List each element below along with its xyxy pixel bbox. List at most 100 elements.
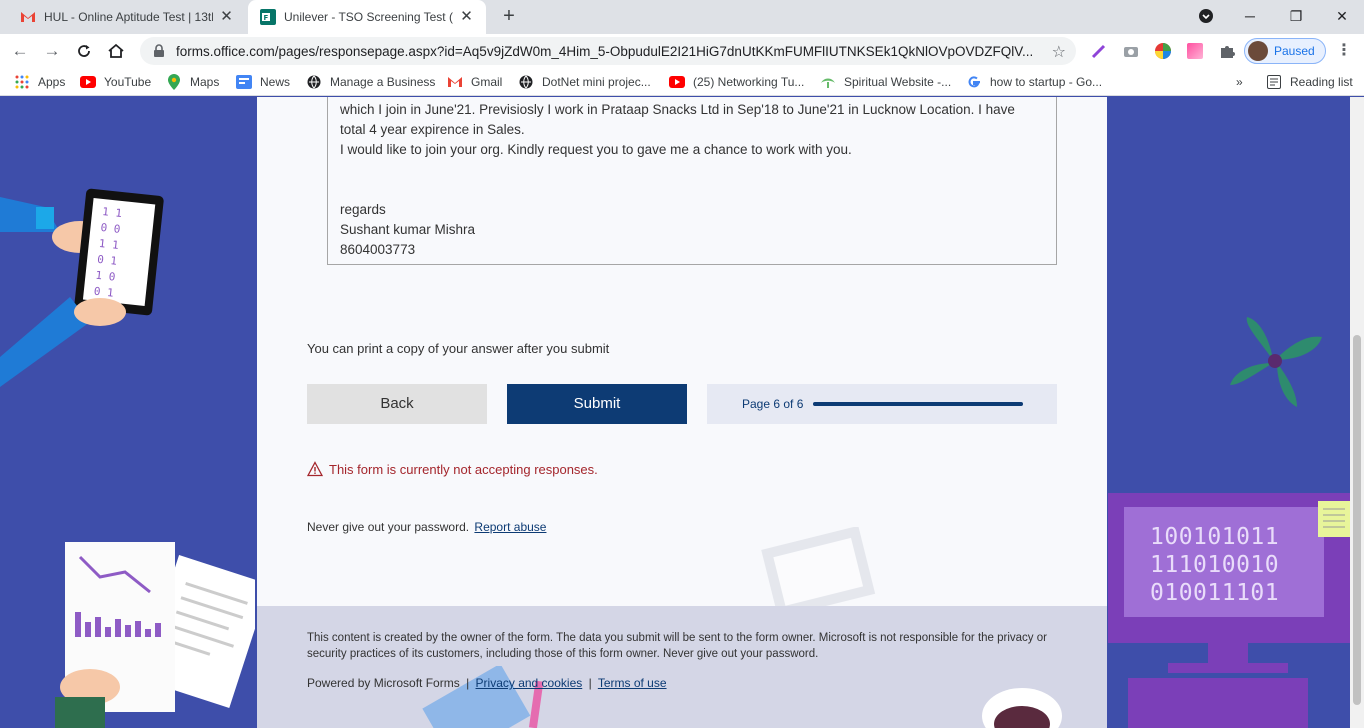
answer-line: total 4 year expirence in Sales. bbox=[340, 122, 525, 137]
binary-line: 010011101 bbox=[1150, 580, 1280, 606]
window-close-button[interactable]: ✕ bbox=[1330, 4, 1354, 28]
bookmark-networking[interactable]: (25) Networking Tu... bbox=[669, 72, 804, 92]
bookmark-maps[interactable]: Maps bbox=[166, 72, 219, 92]
answer-line: 8604003773 bbox=[340, 242, 416, 257]
binary-line: 111010010 bbox=[1150, 552, 1280, 578]
bookmarks-overflow-button[interactable]: » bbox=[1236, 72, 1243, 92]
new-tab-button[interactable]: + bbox=[498, 5, 520, 27]
restore-button[interactable]: ❐ bbox=[1284, 4, 1308, 28]
faded-document-illustration bbox=[761, 527, 876, 606]
binary-line: 100101011 bbox=[1150, 524, 1280, 550]
chevron-down-icon bbox=[1199, 9, 1213, 23]
answer-line bbox=[340, 180, 1044, 200]
puzzle-extensions-icon[interactable] bbox=[1218, 42, 1236, 60]
page-scrollbar[interactable] bbox=[1350, 97, 1364, 728]
back-button[interactable]: Back bbox=[307, 384, 487, 424]
bookmark-label: News bbox=[260, 75, 291, 89]
browser-toolbar: ← → forms.office.com/pages/responsepage.… bbox=[0, 34, 1364, 68]
minimize-button[interactable]: ─ bbox=[1238, 4, 1262, 28]
forward-arrow-icon[interactable]: → bbox=[40, 39, 64, 63]
form-footer: This content is created by the owner of … bbox=[257, 606, 1107, 728]
separator: | bbox=[588, 676, 592, 690]
bookmark-dotnet[interactable]: DotNet mini projec... bbox=[518, 72, 651, 92]
color-wheel-extension-icon[interactable] bbox=[1154, 42, 1172, 60]
globe-icon bbox=[306, 74, 322, 90]
progress-fill bbox=[813, 402, 1024, 406]
error-text: This form is currently not accepting res… bbox=[329, 461, 598, 477]
reading-list-button[interactable]: Reading list bbox=[1266, 72, 1353, 92]
svg-text:1 0: 1 0 bbox=[95, 269, 116, 284]
gmail-icon bbox=[20, 9, 36, 25]
camera-extension-icon[interactable] bbox=[1122, 42, 1140, 60]
close-icon[interactable]: ✕ bbox=[459, 9, 474, 25]
bookmark-spiritual[interactable]: Spiritual Website -... bbox=[820, 72, 951, 92]
more-menu-icon[interactable]: ⋮ bbox=[1336, 41, 1352, 61]
svg-text:0 1: 0 1 bbox=[93, 285, 114, 300]
page-indicator: Page 6 of 6 bbox=[742, 397, 804, 411]
gmail-icon bbox=[447, 74, 463, 90]
svg-text:1 1: 1 1 bbox=[102, 205, 123, 220]
reload-icon[interactable] bbox=[72, 39, 96, 63]
bookmark-manage-business[interactable]: Manage a Business bbox=[306, 72, 435, 92]
privacy-link[interactable]: Privacy and cookies bbox=[476, 676, 583, 690]
password-warning: Never give out your password. Report abu… bbox=[307, 520, 546, 534]
bookmark-label: YouTube bbox=[104, 75, 152, 89]
tab-hul-aptitude[interactable]: HUL - Online Aptitude Test | 13th ✕ bbox=[8, 0, 246, 34]
bookmark-news[interactable]: News bbox=[236, 72, 290, 92]
submit-button[interactable]: Submit bbox=[507, 384, 687, 424]
address-bar[interactable]: forms.office.com/pages/responsepage.aspx… bbox=[140, 37, 1076, 65]
plant-illustration bbox=[1230, 317, 1322, 407]
maps-pin-icon bbox=[166, 74, 182, 90]
answer-line: which I join in June'21. Previsiosly I w… bbox=[340, 102, 1015, 117]
youtube-icon bbox=[80, 74, 96, 90]
terms-link[interactable]: Terms of use bbox=[598, 676, 667, 690]
tab-search-button[interactable] bbox=[1194, 4, 1218, 28]
answer-line: Sushant kumar Mishra bbox=[340, 222, 476, 237]
news-icon bbox=[236, 74, 252, 90]
separator: | bbox=[466, 676, 470, 690]
error-message: This form is currently not accepting res… bbox=[307, 461, 598, 477]
pen-extension-icon[interactable] bbox=[1090, 42, 1108, 60]
bookmark-label: DotNet mini projec... bbox=[542, 75, 651, 89]
browser-tab-strip: HUL - Online Aptitude Test | 13th ✕ F Un… bbox=[0, 0, 1364, 34]
bookmark-youtube[interactable]: YouTube bbox=[80, 72, 151, 92]
svg-text:0 1: 0 1 bbox=[97, 253, 118, 268]
page-viewport: 1 1 0 0 1 1 0 1 1 0 0 1 100101011 111010… bbox=[0, 97, 1350, 728]
coffee-cup-illustration bbox=[982, 688, 1062, 728]
bookmark-label: Spiritual Website -... bbox=[844, 75, 952, 89]
footer-disclaimer: This content is created by the owner of … bbox=[307, 632, 1047, 660]
computer-illustration: 100101011 111010010 010011101 bbox=[1108, 493, 1350, 728]
bookmark-startup[interactable]: how to startup - Go... bbox=[966, 72, 1102, 92]
profile-status: Paused bbox=[1274, 44, 1315, 58]
bookmark-label: Gmail bbox=[471, 75, 503, 89]
gradient-extension-icon[interactable] bbox=[1186, 42, 1204, 60]
password-warning-text: Never give out your password. bbox=[307, 520, 470, 534]
page-progress: Page 6 of 6 bbox=[707, 384, 1057, 424]
reading-list-icon bbox=[1266, 74, 1282, 90]
answer-textarea[interactable]: which I join in June'21. Previsiosly I w… bbox=[327, 97, 1057, 265]
powered-by: Powered by Microsoft Forms | Privacy and… bbox=[307, 676, 667, 690]
bookmark-star-icon[interactable]: ☆ bbox=[1052, 42, 1066, 62]
bookmark-apps[interactable]: Apps bbox=[14, 72, 65, 92]
reading-list-label: Reading list bbox=[1290, 75, 1353, 89]
back-arrow-icon[interactable]: ← bbox=[8, 39, 32, 63]
form-card: which I join in June'21. Previsiosly I w… bbox=[257, 97, 1107, 606]
bookmark-gmail[interactable]: Gmail bbox=[447, 72, 502, 92]
google-icon bbox=[966, 74, 982, 90]
avatar bbox=[1248, 41, 1268, 61]
forms-icon: F bbox=[260, 9, 276, 25]
progress-bar bbox=[813, 402, 1024, 406]
report-abuse-link[interactable]: Report abuse bbox=[474, 520, 546, 534]
report-papers-illustration bbox=[55, 542, 255, 728]
close-icon[interactable]: ✕ bbox=[219, 9, 234, 25]
powered-by-text: Powered by Microsoft Forms bbox=[307, 676, 460, 690]
svg-text:F: F bbox=[264, 14, 269, 22]
profile-button[interactable]: Paused bbox=[1244, 38, 1326, 64]
scrollbar-thumb[interactable] bbox=[1353, 335, 1361, 705]
home-icon[interactable] bbox=[104, 39, 128, 63]
svg-text:1 1: 1 1 bbox=[98, 237, 119, 252]
leaf-icon bbox=[820, 74, 836, 90]
tab-tso-screening[interactable]: F Unilever - TSO Screening Test (2) ✕ bbox=[248, 0, 486, 34]
bookmark-label: Manage a Business bbox=[330, 75, 436, 89]
answer-line: regards bbox=[340, 202, 386, 217]
